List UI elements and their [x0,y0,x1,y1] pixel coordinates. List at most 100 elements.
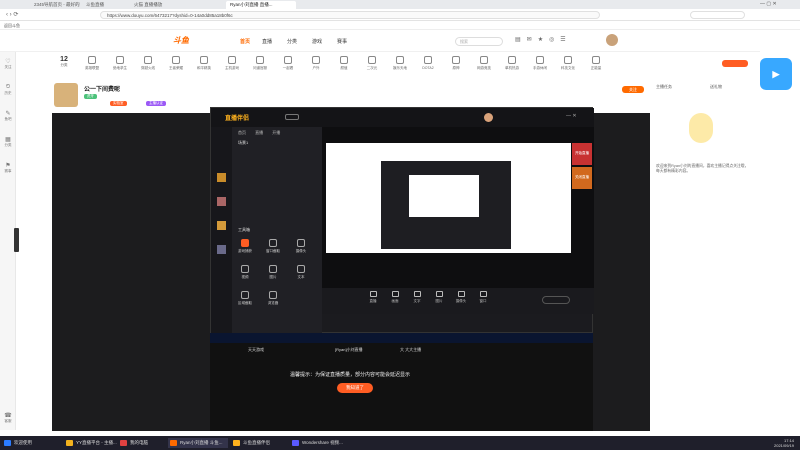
start-stream-button[interactable]: 开始直播 [572,143,592,165]
bookmarks-bar: 返回斗鱼 [0,21,800,30]
browser-tab[interactable]: 2345导航首页 - 最好的网址... [30,1,80,9]
header-icons[interactable]: ▤✉★◎☰ [515,36,572,43]
category-item[interactable]: 二次元 [360,56,384,71]
game-thumbnail[interactable] [217,245,226,254]
site-search-input[interactable]: 搜索 [455,37,503,46]
scene-label[interactable]: 场景1 [238,140,248,146]
room-tag[interactable]: 实验室 [110,101,127,106]
game-thumbnail[interactable] [217,173,226,182]
tool-camera[interactable]: 摄像头 [290,239,312,254]
toolbar-image[interactable]: 图片 [428,291,450,304]
follow-button[interactable]: 关注 [622,86,644,93]
nav-category[interactable]: 分类 [287,38,297,45]
browser-tab-active[interactable]: Ryan小刘直播 直播... [226,1,296,9]
browser-tab[interactable]: 火猫 直播播放 [130,1,175,9]
viewer-card[interactable]: 大 大大主播 [400,347,421,353]
toolbar-pill[interactable] [542,296,570,304]
category-item[interactable]: 问道官服 [248,56,272,71]
toolbar-text[interactable]: 文字 [406,291,428,304]
category-item[interactable]: DOTA2 [416,56,440,70]
nav-esports[interactable]: 赛事 [337,38,347,45]
stream-preview[interactable]: 开始直播 关闭直播 [322,127,594,309]
info-ticker [210,333,593,343]
game-thumbnail[interactable] [217,221,226,230]
viewer-card[interactable]: 天天游戏 [248,347,264,353]
category-item[interactable]: 英雄联盟 [80,56,104,71]
panel-tab[interactable]: 送礼物 [710,84,722,90]
tool-game-capture[interactable]: 游戏捕获 [234,239,256,254]
nav-games[interactable]: 游戏 [312,38,322,45]
category-item[interactable]: 穿越火线 [136,56,160,71]
tool-image[interactable]: 图片 [262,265,284,280]
tool-video[interactable]: 视频 [234,265,256,280]
category-item[interactable]: 户外 [304,56,328,71]
taskbar-item[interactable]: Wondershare 视频... [290,438,350,448]
nested-screenshot [409,175,479,217]
app-side-icons [211,127,232,334]
app-avatar[interactable] [484,113,493,122]
taskbar-item-active[interactable]: Ryan小刘直播 斗鱼... [168,438,228,448]
rail-esports[interactable]: ⚑ 赛事 [1,162,15,174]
side-ad-badge[interactable]: ▶ [760,58,792,90]
rail-follow[interactable]: ♡ 关注 [1,58,15,70]
back-to-site-link[interactable]: 返回斗鱼 [4,23,20,29]
tool-window-capture[interactable]: 窗口截取 [262,239,284,254]
tool-region[interactable]: 区域截取 [234,291,256,306]
category-item[interactable]: 绝地求生 [108,56,132,71]
site-logo[interactable]: 斗鱼 [173,35,203,47]
promo-pill[interactable] [722,60,748,67]
category-item[interactable]: 和平精英 [192,56,216,71]
category-item[interactable]: 网游竞技 [472,56,496,71]
app-tabs[interactable]: 首页 直播 开播 [238,130,280,136]
toolbar-camera[interactable]: 摄像头 [450,291,472,304]
category-item[interactable]: 王者荣耀 [164,56,188,71]
app-dropdown[interactable] [285,114,299,120]
category-item[interactable]: 主机游戏 [220,56,244,71]
rail-collapse-handle[interactable] [14,228,19,252]
panel-tab[interactable]: 主播任务 [656,84,672,90]
system-clock[interactable]: 17:14 2021/09/19 [774,438,794,448]
viewer-card[interactable]: [Ryan]小刘直播 [335,347,363,353]
browser-search-input[interactable] [690,11,745,19]
category-item[interactable]: 手游休闲 [528,56,552,71]
category-item[interactable]: 一起看 [276,56,300,71]
far-right-column: ▶ [760,30,800,430]
category-item[interactable]: 12 分类 [52,56,76,68]
stop-stream-button[interactable]: 关闭直播 [572,167,592,189]
window-controls[interactable]: — ▢ ✕ [760,1,777,7]
toolbar-scene[interactable]: 画面 [384,291,406,304]
room-tag[interactable]: 主播认证 [146,101,166,106]
category-item[interactable]: 娱乐天地 [388,56,412,71]
browser-tab[interactable]: 斗鱼直播 [82,1,127,9]
category-item[interactable]: 颜值 [332,56,356,71]
streamer-avatar[interactable] [54,83,78,107]
tool-text[interactable]: 文本 [290,265,312,280]
taskbar-item[interactable]: 我的电脑 [118,438,166,448]
category-item[interactable]: 单机热游 [500,56,524,71]
rail-fishbar[interactable]: ✎ 鱼吧 [1,110,15,122]
taskbar-item[interactable]: 斗鱼直播伴侣 [231,438,287,448]
rail-history[interactable]: ⏲ 历史 [1,84,15,96]
toolbar-window[interactable]: 窗口 [472,291,494,304]
nav-home[interactable]: 首页 [240,38,250,45]
category-item[interactable]: 科技文化 [556,56,580,71]
category-item[interactable]: 原神 [444,56,468,71]
room-tag[interactable]: 虎牙 [84,94,97,99]
os-taskbar: 欢迎使用 YY直播平台 - 主播... 我的电脑 Ryan小刘直播 斗鱼... … [0,436,800,450]
game-thumbnail[interactable] [217,197,226,206]
notice-confirm-button[interactable]: 我知道了 [337,383,373,393]
streaming-app-window: 直播伴侣 — ✕ 首页 直播 开播 场景1 工具箱 游戏捕获 窗口截取 摄像头 … [210,107,594,334]
rail-service[interactable]: ☎ 客服 [1,412,15,424]
toolbar-live[interactable]: 直播 [362,291,384,304]
category-item[interactable]: 正能量 [584,56,608,71]
nav-arrows-icon[interactable]: ‹ › ⟳ [6,11,18,18]
tool-browser[interactable]: 浏览器 [262,291,284,306]
url-input[interactable]: https://www.douyu.com/6473217?dyshid=0-1… [100,11,600,19]
nav-live[interactable]: 直播 [262,38,272,45]
nested-app [381,161,511,249]
rail-category[interactable]: ▦ 分类 [1,136,15,148]
taskbar-item[interactable]: 欢迎使用 [2,438,52,448]
app-window-controls[interactable]: — ✕ [566,113,577,119]
taskbar-item[interactable]: YY直播平台 - 主播... [64,438,126,448]
user-avatar[interactable] [606,34,618,46]
